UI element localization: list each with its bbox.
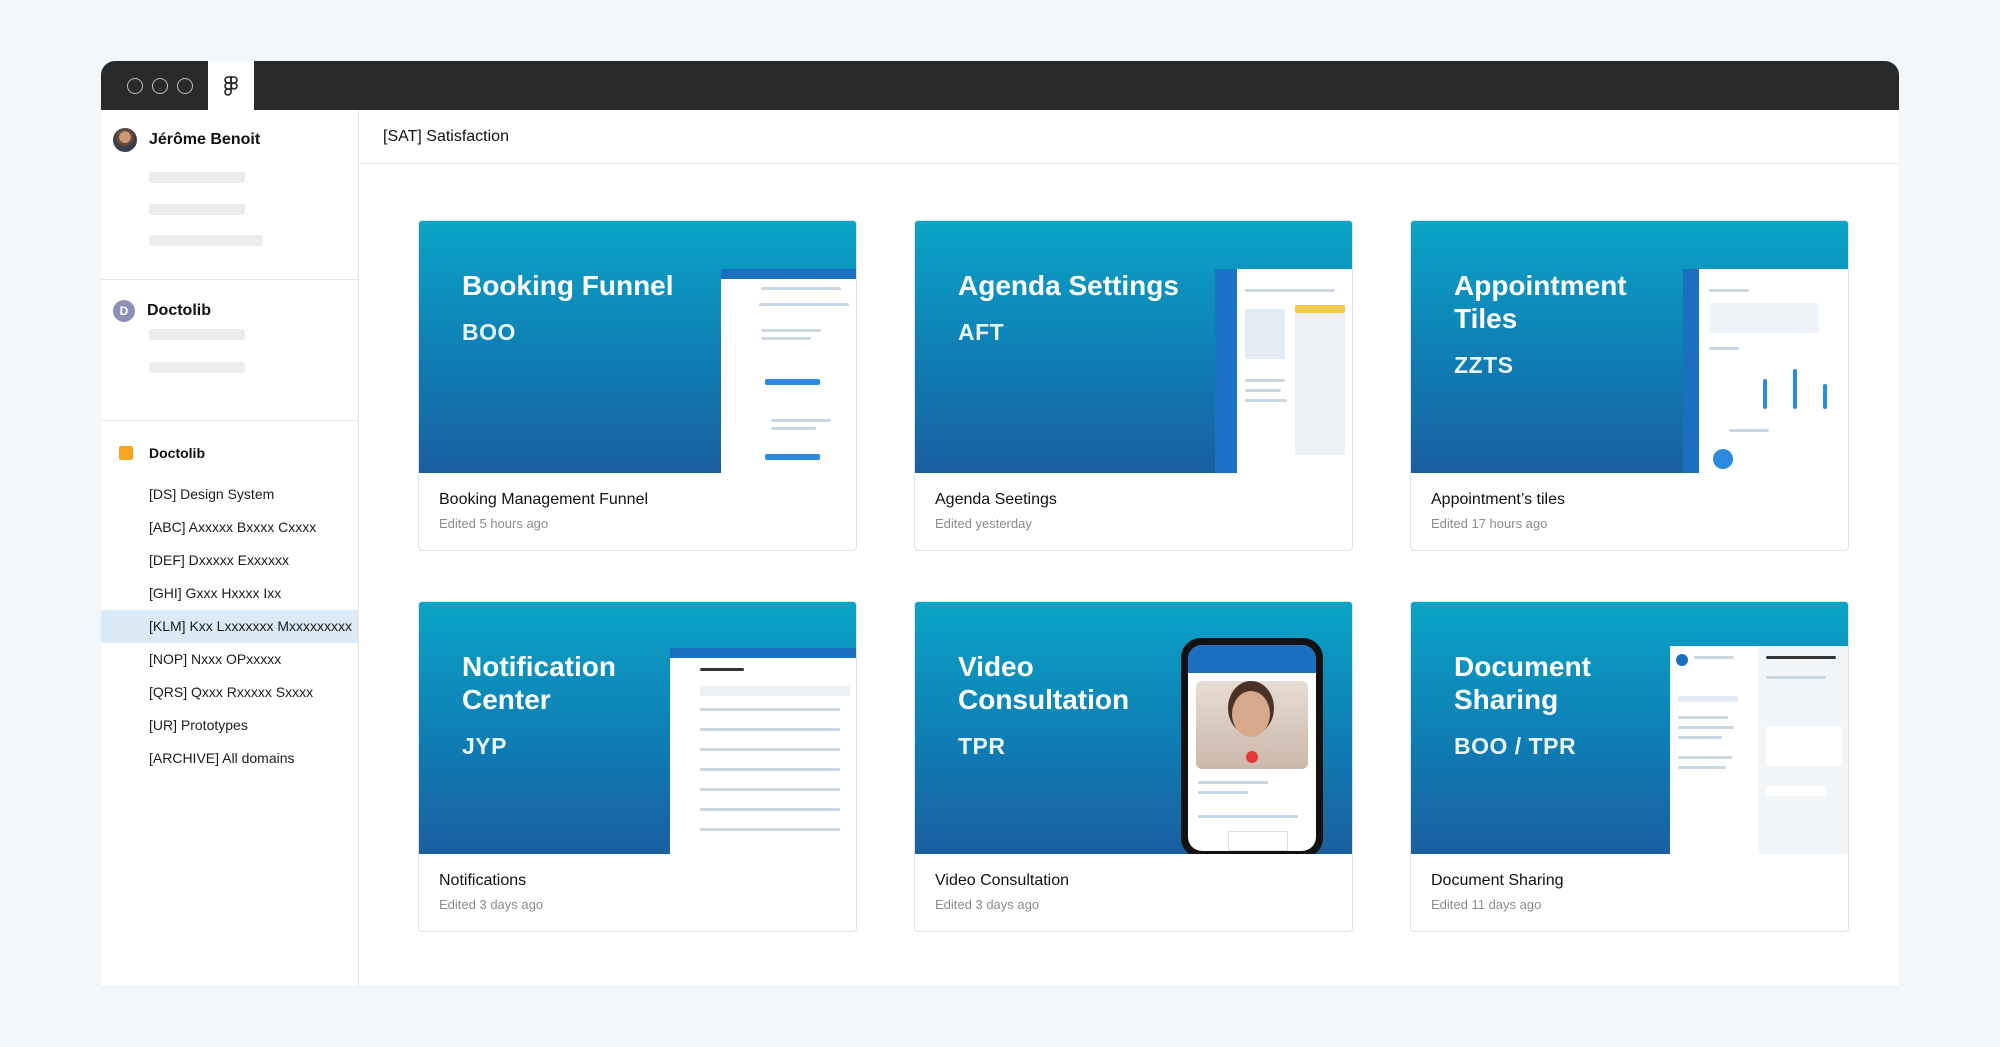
file-thumbnail: Agenda Settings AFT bbox=[915, 221, 1352, 473]
sidebar-item-qrs[interactable]: [QRS] Qxxx Rxxxxx Sxxxx bbox=[101, 676, 358, 709]
file-card[interactable]: Notification Center JYP Notifications Edi… bbox=[418, 601, 857, 932]
team-doctolib[interactable]: D Doctolib bbox=[113, 300, 211, 322]
thumb-title: Document Sharing bbox=[1454, 651, 1591, 715]
file-edited: Edited 17 hours ago bbox=[1431, 516, 1548, 531]
file-name: Document Sharing bbox=[1431, 872, 1564, 889]
file-name: Video Consultation bbox=[935, 872, 1070, 889]
file-card[interactable]: Booking Funnel BOO Booking Management Fun… bbox=[418, 220, 857, 551]
thumb-code: BOO / TPR bbox=[1454, 733, 1577, 759]
app-window: Jérôme Benoit D Doctolib Doctolib [DS] D… bbox=[101, 61, 1899, 986]
file-card[interactable]: Video Consultation TPR Video Consultation… bbox=[914, 601, 1353, 932]
sidebar: Jérôme Benoit D Doctolib Doctolib [DS] D… bbox=[101, 110, 359, 986]
user-section: Jérôme Benoit bbox=[101, 110, 358, 280]
placeholder-line bbox=[149, 362, 245, 373]
placeholder-line bbox=[149, 329, 245, 340]
thumb-title: Appointment Tiles bbox=[1454, 270, 1627, 334]
user-name: Jérôme Benoit bbox=[149, 131, 261, 148]
file-thumbnail: Video Consultation TPR bbox=[915, 602, 1352, 854]
project-list: [DS] Design System [ABC] Axxxxx Bxxxx Cx… bbox=[101, 478, 358, 775]
team-name: Doctolib bbox=[147, 302, 211, 319]
user-avatar bbox=[113, 128, 137, 152]
thumb-code: BOO bbox=[462, 319, 516, 345]
file-name: Agenda Seetings bbox=[935, 491, 1057, 508]
figma-icon bbox=[224, 75, 238, 96]
sidebar-item-ur[interactable]: [UR] Prototypes bbox=[101, 709, 358, 742]
file-card[interactable]: Document Sharing BOO / TPR Document Shar… bbox=[1410, 601, 1849, 932]
placeholder-line bbox=[149, 235, 263, 246]
file-edited: Edited 5 hours ago bbox=[439, 516, 549, 531]
phone-mockup bbox=[1181, 638, 1323, 854]
project-group-name: Doctolib bbox=[149, 445, 205, 461]
thumb-title: Agenda Settings bbox=[958, 270, 1179, 301]
thumb-title: Booking Funnel bbox=[462, 270, 674, 301]
thumb-title: Notification Center bbox=[462, 651, 616, 715]
sidebar-item-def[interactable]: [DEF] Dxxxxx Exxxxxx bbox=[101, 544, 358, 577]
screenshot-preview bbox=[1683, 269, 1848, 473]
sidebar-item-abc[interactable]: [ABC] Axxxxx Bxxxx Cxxxx bbox=[101, 511, 358, 544]
file-name: Booking Management Funnel bbox=[439, 491, 649, 508]
file-name: Notifications bbox=[439, 872, 527, 889]
thumb-code: ZZTS bbox=[1454, 352, 1514, 378]
team-avatar: D bbox=[113, 300, 135, 322]
thumb-code: TPR bbox=[958, 733, 1006, 759]
close-window-button[interactable] bbox=[127, 78, 143, 94]
sidebar-item-nop[interactable]: [NOP] Nxxx OPxxxxx bbox=[101, 643, 358, 676]
figma-home-tab[interactable] bbox=[208, 61, 254, 110]
thumb-code: JYP bbox=[462, 733, 507, 759]
project-group-header[interactable]: Doctolib bbox=[119, 445, 205, 461]
sidebar-item-archive[interactable]: [ARCHIVE] All domains bbox=[101, 742, 358, 775]
page-title: [SAT] Satisfaction bbox=[360, 110, 1899, 164]
placeholder-line bbox=[149, 204, 245, 215]
title-bar bbox=[101, 61, 1899, 110]
window-controls bbox=[127, 78, 193, 94]
file-thumbnail: Document Sharing BOO / TPR bbox=[1411, 602, 1848, 854]
file-edited: Edited yesterday bbox=[935, 516, 1032, 531]
file-name: Appointment’s tiles bbox=[1431, 491, 1565, 508]
file-edited: Edited 11 days ago bbox=[1431, 897, 1542, 912]
thumb-title: Video Consultation bbox=[958, 651, 1130, 715]
project-group-color-icon bbox=[119, 446, 133, 460]
main-content: [SAT] Satisfaction Booking Funnel BOO Bo… bbox=[360, 110, 1899, 986]
screenshot-preview bbox=[670, 648, 856, 854]
placeholder-line bbox=[149, 172, 245, 183]
maximize-window-button[interactable] bbox=[177, 78, 193, 94]
file-thumbnail: Appointment Tiles ZZTS bbox=[1411, 221, 1848, 473]
user-account[interactable]: Jérôme Benoit bbox=[113, 128, 260, 152]
file-edited: Edited 3 days ago bbox=[935, 897, 1040, 912]
minimize-window-button[interactable] bbox=[152, 78, 168, 94]
file-edited: Edited 3 days ago bbox=[439, 897, 544, 912]
team-section: D Doctolib bbox=[101, 280, 358, 421]
screenshot-preview bbox=[1215, 269, 1352, 473]
thumb-code: AFT bbox=[958, 319, 1005, 345]
file-card[interactable]: Agenda Settings AFT Agenda Seetings Edite… bbox=[914, 220, 1353, 551]
sidebar-item-ds[interactable]: [DS] Design System bbox=[101, 478, 358, 511]
screenshot-preview bbox=[721, 269, 856, 473]
file-thumbnail: Booking Funnel BOO bbox=[419, 221, 856, 473]
sidebar-item-ghi[interactable]: [GHI] Gxxx Hxxxx Ixx bbox=[101, 577, 358, 610]
sidebar-item-klm[interactable]: [KLM] Kxx Lxxxxxxx Mxxxxxxxxx bbox=[101, 610, 358, 643]
screenshot-preview bbox=[1670, 646, 1848, 854]
file-thumbnail: Notification Center JYP bbox=[419, 602, 856, 854]
file-card[interactable]: Appointment Tiles ZZTS Appointment’s tile… bbox=[1410, 220, 1849, 551]
end-call-icon bbox=[1246, 751, 1258, 763]
